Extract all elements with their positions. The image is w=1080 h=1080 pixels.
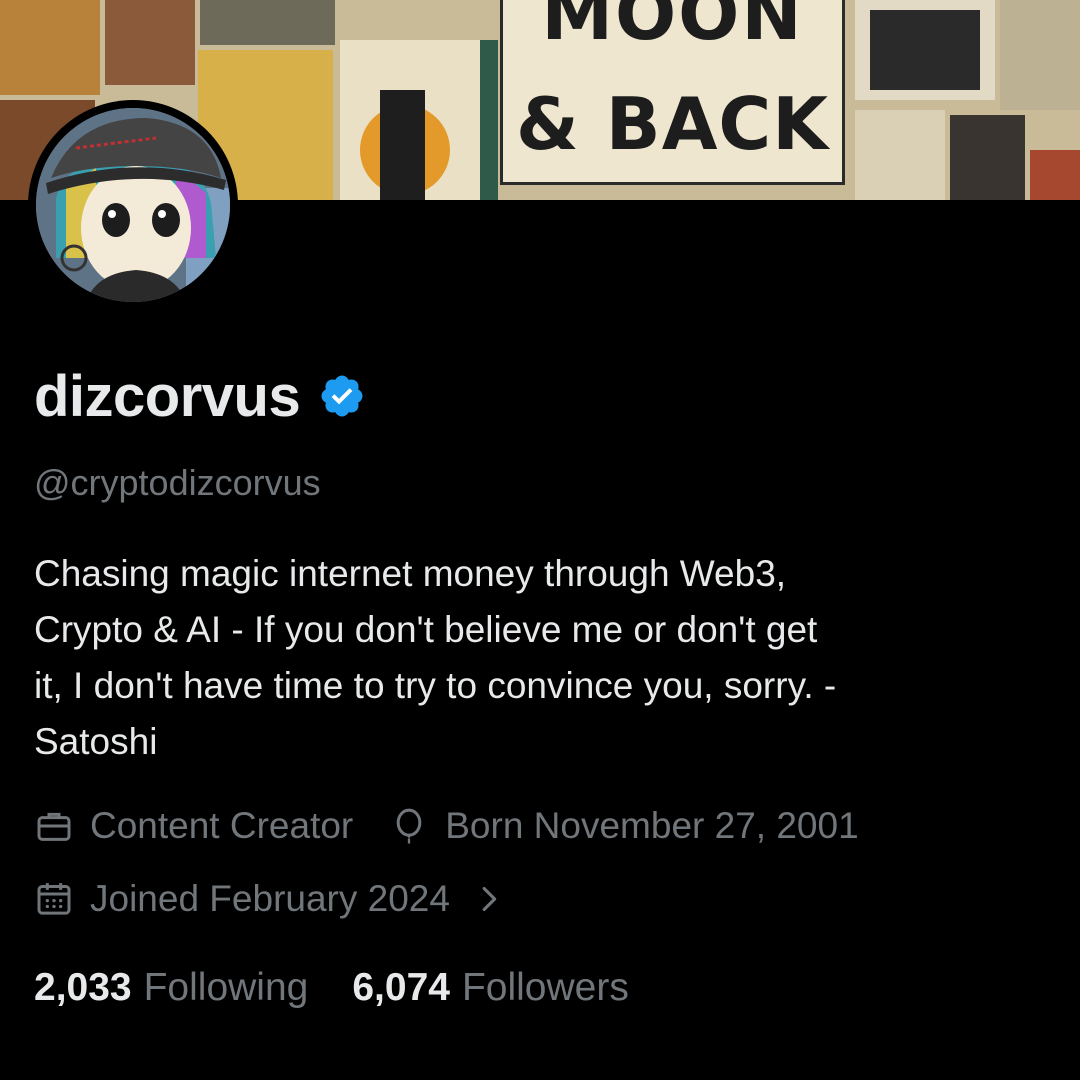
banner-moon-and-back-poster: MOON & BACK xyxy=(500,0,845,185)
avatar-image xyxy=(36,108,230,302)
balloon-icon xyxy=(396,808,422,844)
bio: Chasing magic internet money through Web… xyxy=(34,546,994,770)
banner-line-1: MOON xyxy=(541,0,804,56)
bio-line: it, I don't have time to try to convince… xyxy=(34,665,837,706)
display-name-row: dizcorvus xyxy=(34,360,366,432)
followers-count: 6,074 xyxy=(352,966,450,1009)
following-link[interactable]: 2,033 Following xyxy=(34,966,308,1010)
joined-row[interactable]: Joined February 2024 xyxy=(34,878,504,920)
bio-line: Chasing magic internet money through Web… xyxy=(34,553,787,594)
followers-link[interactable]: 6,074 Followers xyxy=(352,966,628,1010)
chevron-right-icon[interactable] xyxy=(476,882,504,916)
bio-line: Satoshi xyxy=(34,721,158,762)
joined-text: Joined February 2024 xyxy=(90,878,450,919)
birthday-text: Born November 27, 2001 xyxy=(445,805,859,846)
joined-item[interactable]: Joined February 2024 xyxy=(34,878,450,920)
banner-line-2: & BACK xyxy=(515,82,830,166)
bio-line: Crypto & AI - If you don't believe me or… xyxy=(34,609,818,650)
briefcase-icon xyxy=(37,812,71,841)
profession-text: Content Creator xyxy=(90,805,354,846)
followers-label: Followers xyxy=(461,966,629,1009)
calendar-icon xyxy=(37,883,71,915)
user-handle: @cryptodizcorvus xyxy=(34,462,321,503)
follow-stats: 2,033 Following 6,074 Followers xyxy=(34,966,629,1010)
verified-badge-icon[interactable] xyxy=(318,372,366,420)
display-name: dizcorvus xyxy=(34,363,301,429)
following-label: Following xyxy=(143,966,309,1009)
birthday-item: Born November 27, 2001 xyxy=(389,805,859,847)
profile-meta-row: Content Creator Born November 27, 2001 xyxy=(34,805,859,847)
following-count: 2,033 xyxy=(34,966,132,1009)
avatar[interactable] xyxy=(28,100,238,310)
profession-item: Content Creator xyxy=(34,805,353,847)
